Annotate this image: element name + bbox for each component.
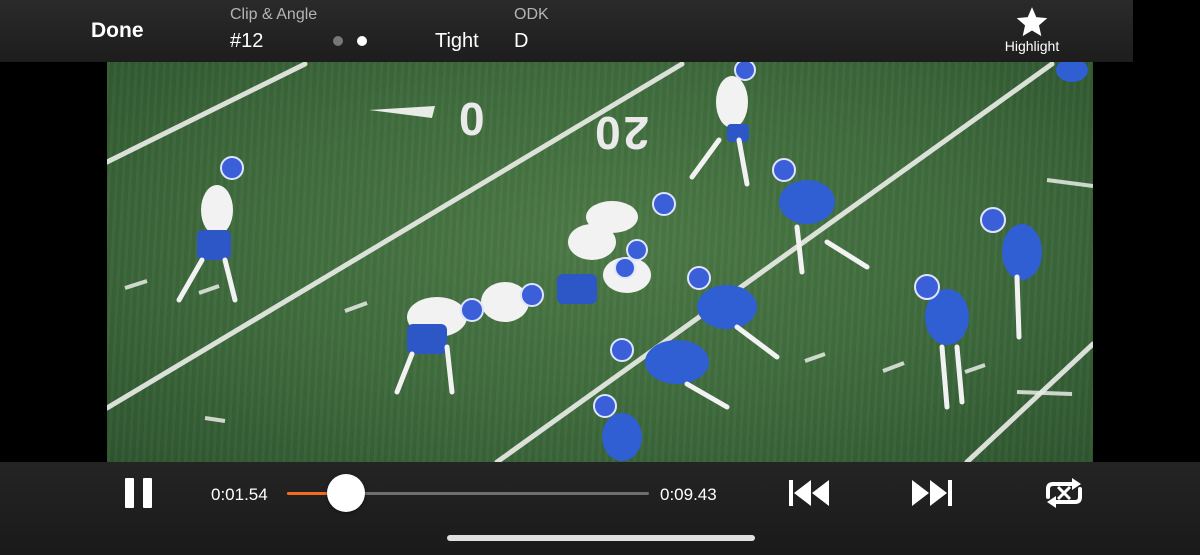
- top-bar: Done Clip & Angle #12 Tight ODK D Highli…: [0, 0, 1133, 62]
- done-button[interactable]: Done: [91, 19, 144, 43]
- home-indicator: [447, 535, 755, 541]
- field-number-20: 20: [592, 107, 650, 159]
- skip-forward-icon[interactable]: [910, 476, 954, 510]
- loop-icon[interactable]: [1040, 477, 1088, 509]
- video-frame[interactable]: 0 20: [107, 62, 1093, 462]
- scrubber-thumb[interactable]: [327, 474, 365, 512]
- odk-value[interactable]: D: [514, 30, 528, 53]
- current-time: 0:01.54: [211, 485, 268, 504]
- playback-controls: [0, 462, 1200, 555]
- angle-label[interactable]: Tight: [435, 30, 479, 53]
- pager-dot-1[interactable]: [333, 36, 343, 46]
- highlight-label[interactable]: Highlight: [996, 38, 1068, 54]
- top-right-filler: [1133, 0, 1200, 62]
- star-icon[interactable]: [1015, 5, 1049, 39]
- clip-angle-title: Clip & Angle: [230, 6, 318, 23]
- pause-icon[interactable]: [125, 478, 153, 508]
- total-time: 0:09.43: [660, 485, 717, 504]
- field-number-0: 0: [459, 93, 488, 145]
- letterbox-left: [0, 62, 107, 462]
- letterbox-right: [1093, 62, 1200, 462]
- clip-number[interactable]: #12: [230, 30, 263, 53]
- skip-back-icon[interactable]: [787, 476, 831, 510]
- odk-title: ODK: [514, 6, 549, 23]
- pager-dot-2[interactable]: [357, 36, 367, 46]
